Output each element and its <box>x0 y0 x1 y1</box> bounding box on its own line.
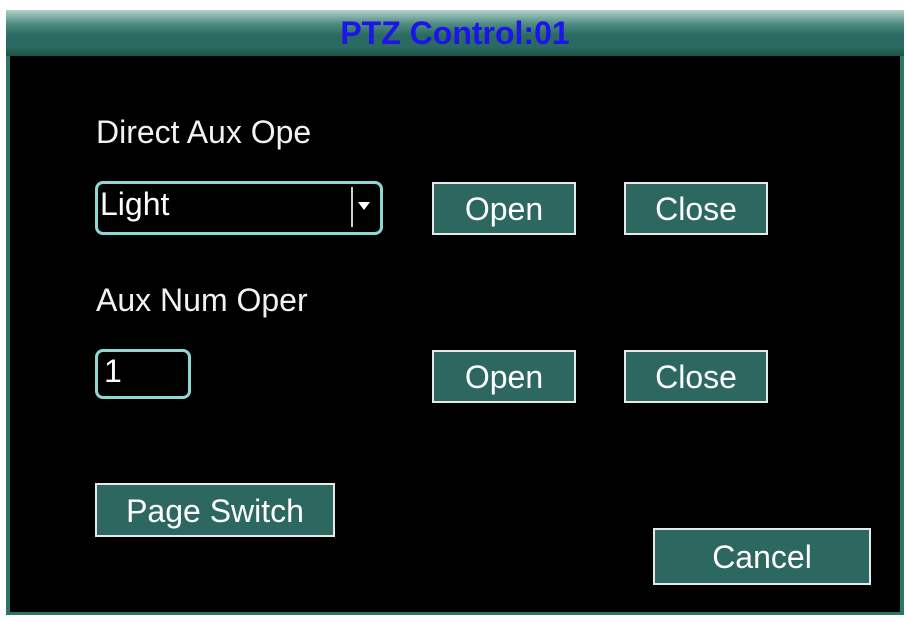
aux-num-open-button[interactable]: Open <box>432 350 576 403</box>
chevron-down-icon[interactable] <box>351 187 377 227</box>
cancel-button[interactable]: Cancel <box>653 528 871 585</box>
aux-num-close-button[interactable]: Close <box>624 350 768 403</box>
title-bar: PTZ Control:01 <box>6 10 904 56</box>
page-switch-button[interactable]: Page Switch <box>95 483 335 537</box>
aux-select[interactable]: Light <box>95 181 383 235</box>
direct-aux-open-button[interactable]: Open <box>432 182 576 235</box>
aux-num-value: 1 <box>104 353 122 389</box>
aux-num-input[interactable]: 1 <box>95 349 191 399</box>
direct-aux-close-button[interactable]: Close <box>624 182 768 235</box>
dialog-title: PTZ Control:01 <box>340 15 570 51</box>
direct-aux-label: Direct Aux Ope <box>96 114 312 150</box>
ptz-control-dialog: PTZ Control:01 Direct Aux Ope Light Open… <box>6 10 904 615</box>
aux-num-label: Aux Num Oper <box>96 282 308 318</box>
aux-select-value: Light <box>100 186 170 222</box>
